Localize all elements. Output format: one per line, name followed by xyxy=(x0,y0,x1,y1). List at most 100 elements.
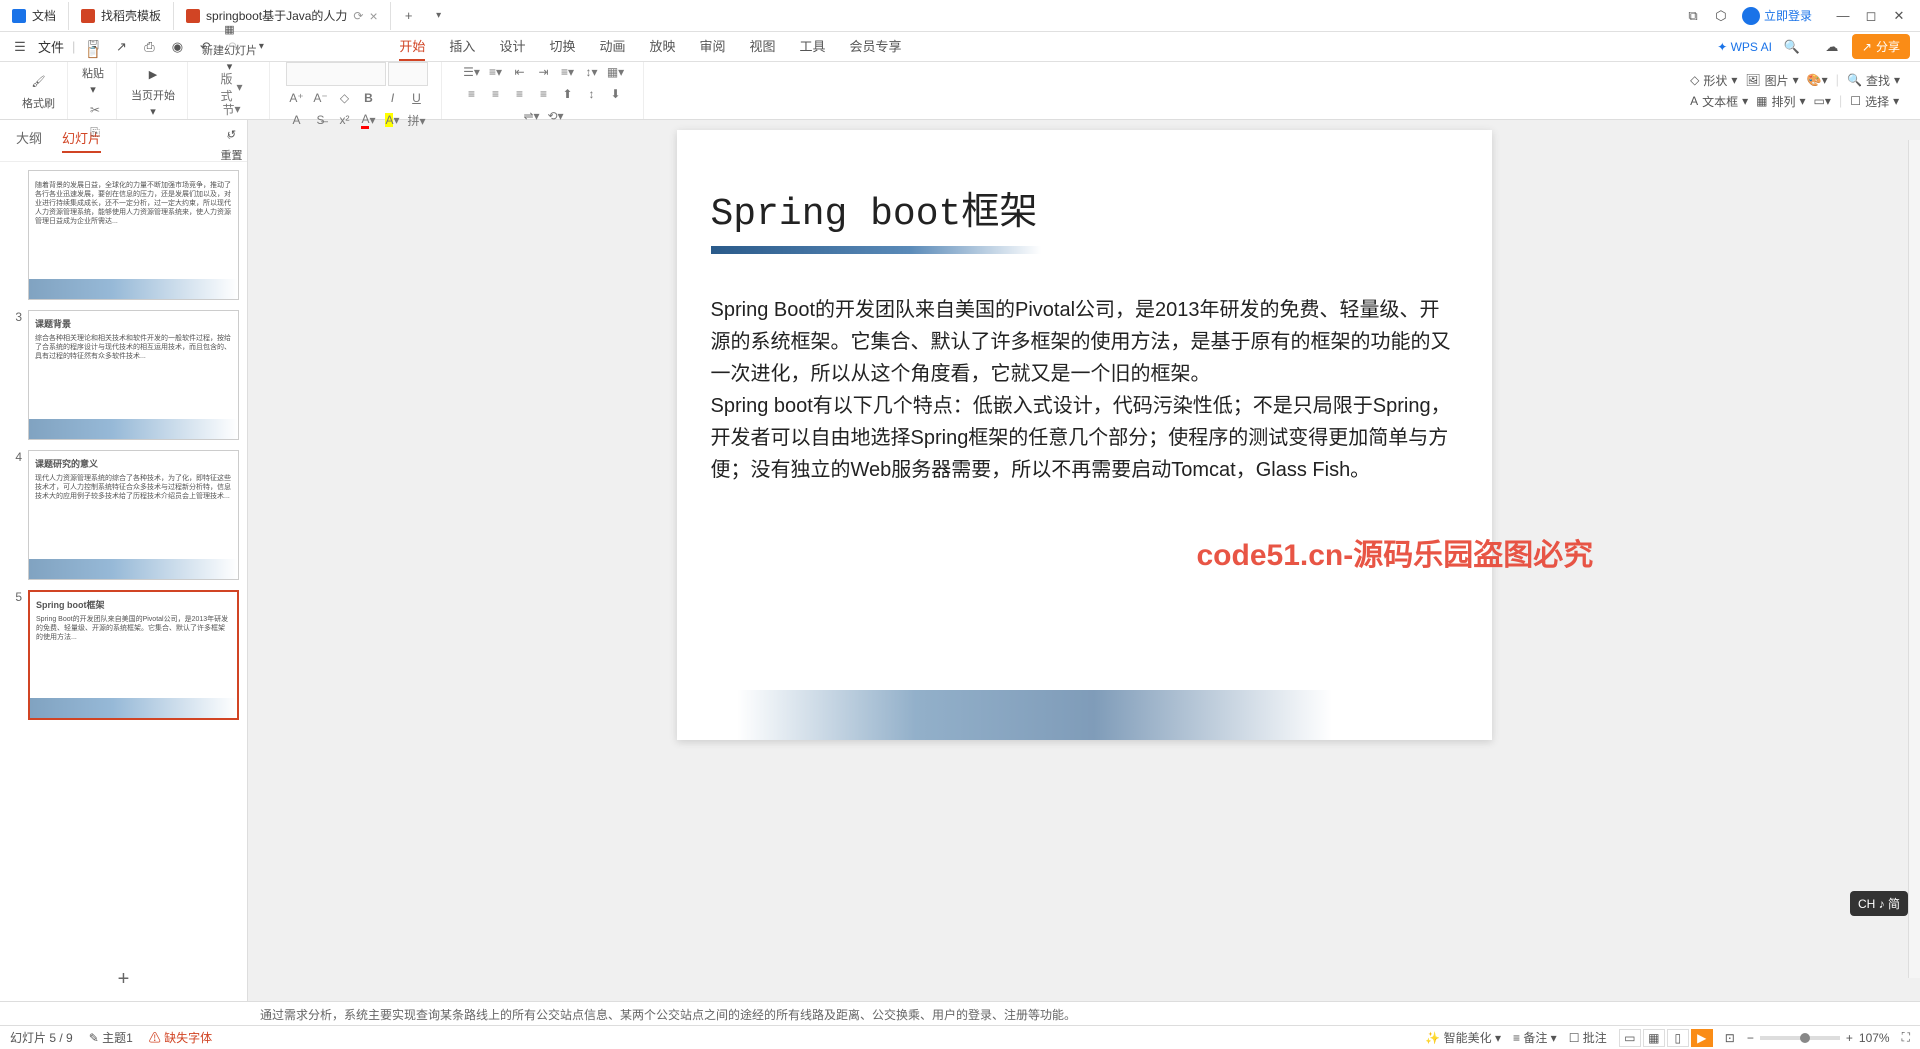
beautify-button[interactable]: ✨ 智能美化 ▾ xyxy=(1425,1029,1501,1046)
menu-insert[interactable]: 插入 xyxy=(449,32,475,61)
align-left-icon[interactable]: ≡ xyxy=(461,84,483,104)
minimize-button[interactable]: — xyxy=(1836,9,1850,23)
reading-view-icon[interactable]: ▯ xyxy=(1667,1029,1689,1047)
maximize-button[interactable]: ◻ xyxy=(1864,9,1878,23)
columns-icon[interactable]: ▦▾ xyxy=(605,62,627,82)
search-icon[interactable]: 🔍 xyxy=(1782,37,1802,57)
font-family-select[interactable] xyxy=(286,62,386,86)
align-top-icon[interactable]: ⬆ xyxy=(557,84,579,104)
cut-icon[interactable]: ✂ xyxy=(84,100,106,120)
menu-design[interactable]: 设计 xyxy=(499,32,525,61)
tab-add-button[interactable]: + xyxy=(397,4,421,28)
zoom-out-icon[interactable]: − xyxy=(1747,1031,1754,1045)
fit-icon[interactable]: ⊡ xyxy=(1725,1031,1735,1045)
zoom-slider[interactable] xyxy=(1760,1036,1840,1040)
theme-indicator[interactable]: ✎ 主题1 xyxy=(89,1029,133,1046)
decrease-font-icon[interactable]: A⁻ xyxy=(310,88,332,108)
cloud-icon[interactable]: ☁ xyxy=(1822,37,1842,57)
underline-icon[interactable]: U xyxy=(406,88,428,108)
file-menu[interactable]: 文件 xyxy=(38,37,64,56)
missing-font-warning[interactable]: ⚠ 缺失字体 xyxy=(149,1029,212,1046)
workspace: 大纲 幻灯片 ‹ 随着背景的发展日益，全球化的力量不断加强市场竞争，推动了各行各… xyxy=(0,120,1920,1001)
comments-button[interactable]: ☐ 批注 xyxy=(1569,1029,1607,1046)
notes-bar[interactable]: 通过需求分析，系统主要实现查询某条路线上的所有公交站点信息、某两个公交站点之间的… xyxy=(0,1001,1920,1025)
italic-icon[interactable]: I xyxy=(382,88,404,108)
slide-panel: 大纲 幻灯片 ‹ 随着背景的发展日益，全球化的力量不断加强市场竞争，推动了各行各… xyxy=(0,120,248,1001)
layout-button[interactable]: 版式▾ xyxy=(221,77,243,97)
tab-close-icon[interactable]: × xyxy=(369,8,377,24)
zoom-level[interactable]: 107% xyxy=(1859,1031,1890,1045)
package-icon[interactable]: ⬡ xyxy=(1714,9,1728,23)
increase-font-icon[interactable]: A⁺ xyxy=(286,88,308,108)
justify-icon[interactable]: ≡ xyxy=(533,84,555,104)
play-icon: ▶ xyxy=(142,63,164,85)
clear-format-icon[interactable]: ◇ xyxy=(334,88,356,108)
normal-view-icon[interactable]: ▭ xyxy=(1619,1029,1641,1047)
menu-view[interactable]: 视图 xyxy=(750,32,776,61)
right-toolbar[interactable] xyxy=(1908,140,1920,978)
increase-indent-icon[interactable]: ⇥ xyxy=(533,62,555,82)
preview-icon[interactable]: ◉ xyxy=(167,37,187,57)
share-button[interactable]: ↗ 分享 xyxy=(1852,34,1910,59)
new-slide-button[interactable]: ▦新建幻灯片 ▾ xyxy=(198,16,261,75)
tab-templates[interactable]: 找稻壳模板 xyxy=(69,2,174,30)
login-button[interactable]: 立即登录 xyxy=(1742,7,1812,25)
export-icon[interactable]: ↗ xyxy=(111,37,131,57)
menu-review[interactable]: 审阅 xyxy=(700,32,726,61)
section-button[interactable]: 节▾ xyxy=(221,99,243,119)
bold-icon[interactable]: B xyxy=(358,88,380,108)
slide-body[interactable]: Spring Boot的开发团队来自美国的Pivotal公司，是2013年研发的… xyxy=(711,294,1458,486)
outline-tab[interactable]: 大纲 xyxy=(16,128,42,153)
sorter-view-icon[interactable]: ▦ xyxy=(1643,1029,1665,1047)
slideshow-view-icon[interactable]: ▶ xyxy=(1691,1029,1713,1047)
print-icon[interactable]: ⎙ xyxy=(139,37,159,57)
add-slide-button[interactable]: + xyxy=(0,958,247,1001)
outline-button[interactable]: ▭▾ xyxy=(1814,93,1831,110)
menu-start[interactable]: 开始 xyxy=(399,32,425,61)
menu-icon[interactable]: ☰ xyxy=(10,37,30,57)
start-from-current-button[interactable]: ▶当页开始 ▾ xyxy=(127,61,179,120)
slide-thumbnail-2[interactable]: 随着背景的发展日益，全球化的力量不断加强市场竞争，推动了各行各业迅速发展，要创在… xyxy=(28,170,239,300)
wps-ai-button[interactable]: ✦ WPS AI xyxy=(1717,40,1772,54)
slide-title[interactable]: Spring boot框架 xyxy=(711,180,1458,236)
paste-button[interactable]: 📋粘贴 ▾ xyxy=(78,39,108,98)
close-button[interactable]: ✕ xyxy=(1892,9,1906,23)
menu-member[interactable]: 会员专享 xyxy=(850,32,902,61)
notes-button[interactable]: ≡ 备注 ▾ xyxy=(1513,1029,1557,1046)
line-spacing-icon[interactable]: ≡▾ xyxy=(557,62,579,82)
select-button[interactable]: ☐ 选择▾ xyxy=(1850,93,1899,110)
align-center-icon[interactable]: ≡ xyxy=(485,84,507,104)
copy-icon[interactable]: ⎘ xyxy=(84,122,106,142)
zoom-in-icon[interactable]: + xyxy=(1846,1031,1853,1045)
font-size-select[interactable] xyxy=(388,62,428,86)
fill-button[interactable]: 🎨▾ xyxy=(1807,72,1828,89)
decrease-indent-icon[interactable]: ⇤ xyxy=(509,62,531,82)
slide-canvas[interactable]: Spring boot框架 Spring Boot的开发团队来自美国的Pivot… xyxy=(248,120,1920,1001)
tab-document[interactable]: 文档 xyxy=(0,2,69,30)
arrange-button[interactable]: ▦ 排列▾ xyxy=(1756,93,1805,110)
multi-window-icon[interactable]: ⧉ xyxy=(1686,9,1700,23)
fullscreen-icon[interactable]: ⛶ xyxy=(1902,1030,1910,1045)
bullets-icon[interactable]: ☰▾ xyxy=(461,62,483,82)
slide-thumbnail-5[interactable]: Spring boot框架Spring Boot的开发团队来自美国的Pivota… xyxy=(28,590,239,720)
menu-transition[interactable]: 切换 xyxy=(549,32,575,61)
thumbnail-list[interactable]: 随着背景的发展日益，全球化的力量不断加强市场竞争，推动了各行各业迅速发展，要创在… xyxy=(0,162,247,958)
textbox-button[interactable]: A 文本框▾ xyxy=(1690,93,1748,110)
slide-thumbnail-3[interactable]: 课题背景综合各种相关理论和相关技术和软件开发的一般软件过程，按给了合系统的程序设… xyxy=(28,310,239,440)
reset-button[interactable]: ↺重置 xyxy=(217,121,247,165)
image-button[interactable]: 🖼 图片▾ xyxy=(1745,72,1798,89)
find-button[interactable]: 🔍 查找▾ xyxy=(1847,72,1900,89)
format-painter-button[interactable]: 🖌格式刷 xyxy=(18,69,59,113)
tab-menu-dropdown[interactable]: ▾ xyxy=(427,4,451,28)
text-direction-icon[interactable]: ↕▾ xyxy=(581,62,603,82)
slide-thumbnail-4[interactable]: 课题研究的意义现代人力资源管理系统的综合了各种技术，为了化，即特征这些技术才，可… xyxy=(28,450,239,580)
menu-animation[interactable]: 动画 xyxy=(599,32,625,61)
align-middle-icon[interactable]: ↕ xyxy=(581,84,603,104)
align-bottom-icon[interactable]: ⬇ xyxy=(605,84,627,104)
menu-slideshow[interactable]: 放映 xyxy=(649,32,675,61)
menu-tools[interactable]: 工具 xyxy=(800,32,826,61)
numbering-icon[interactable]: ≡▾ xyxy=(485,62,507,82)
align-right-icon[interactable]: ≡ xyxy=(509,84,531,104)
current-slide[interactable]: Spring boot框架 Spring Boot的开发团队来自美国的Pivot… xyxy=(677,130,1492,740)
shape-button[interactable]: ◇ 形状▾ xyxy=(1690,72,1737,89)
